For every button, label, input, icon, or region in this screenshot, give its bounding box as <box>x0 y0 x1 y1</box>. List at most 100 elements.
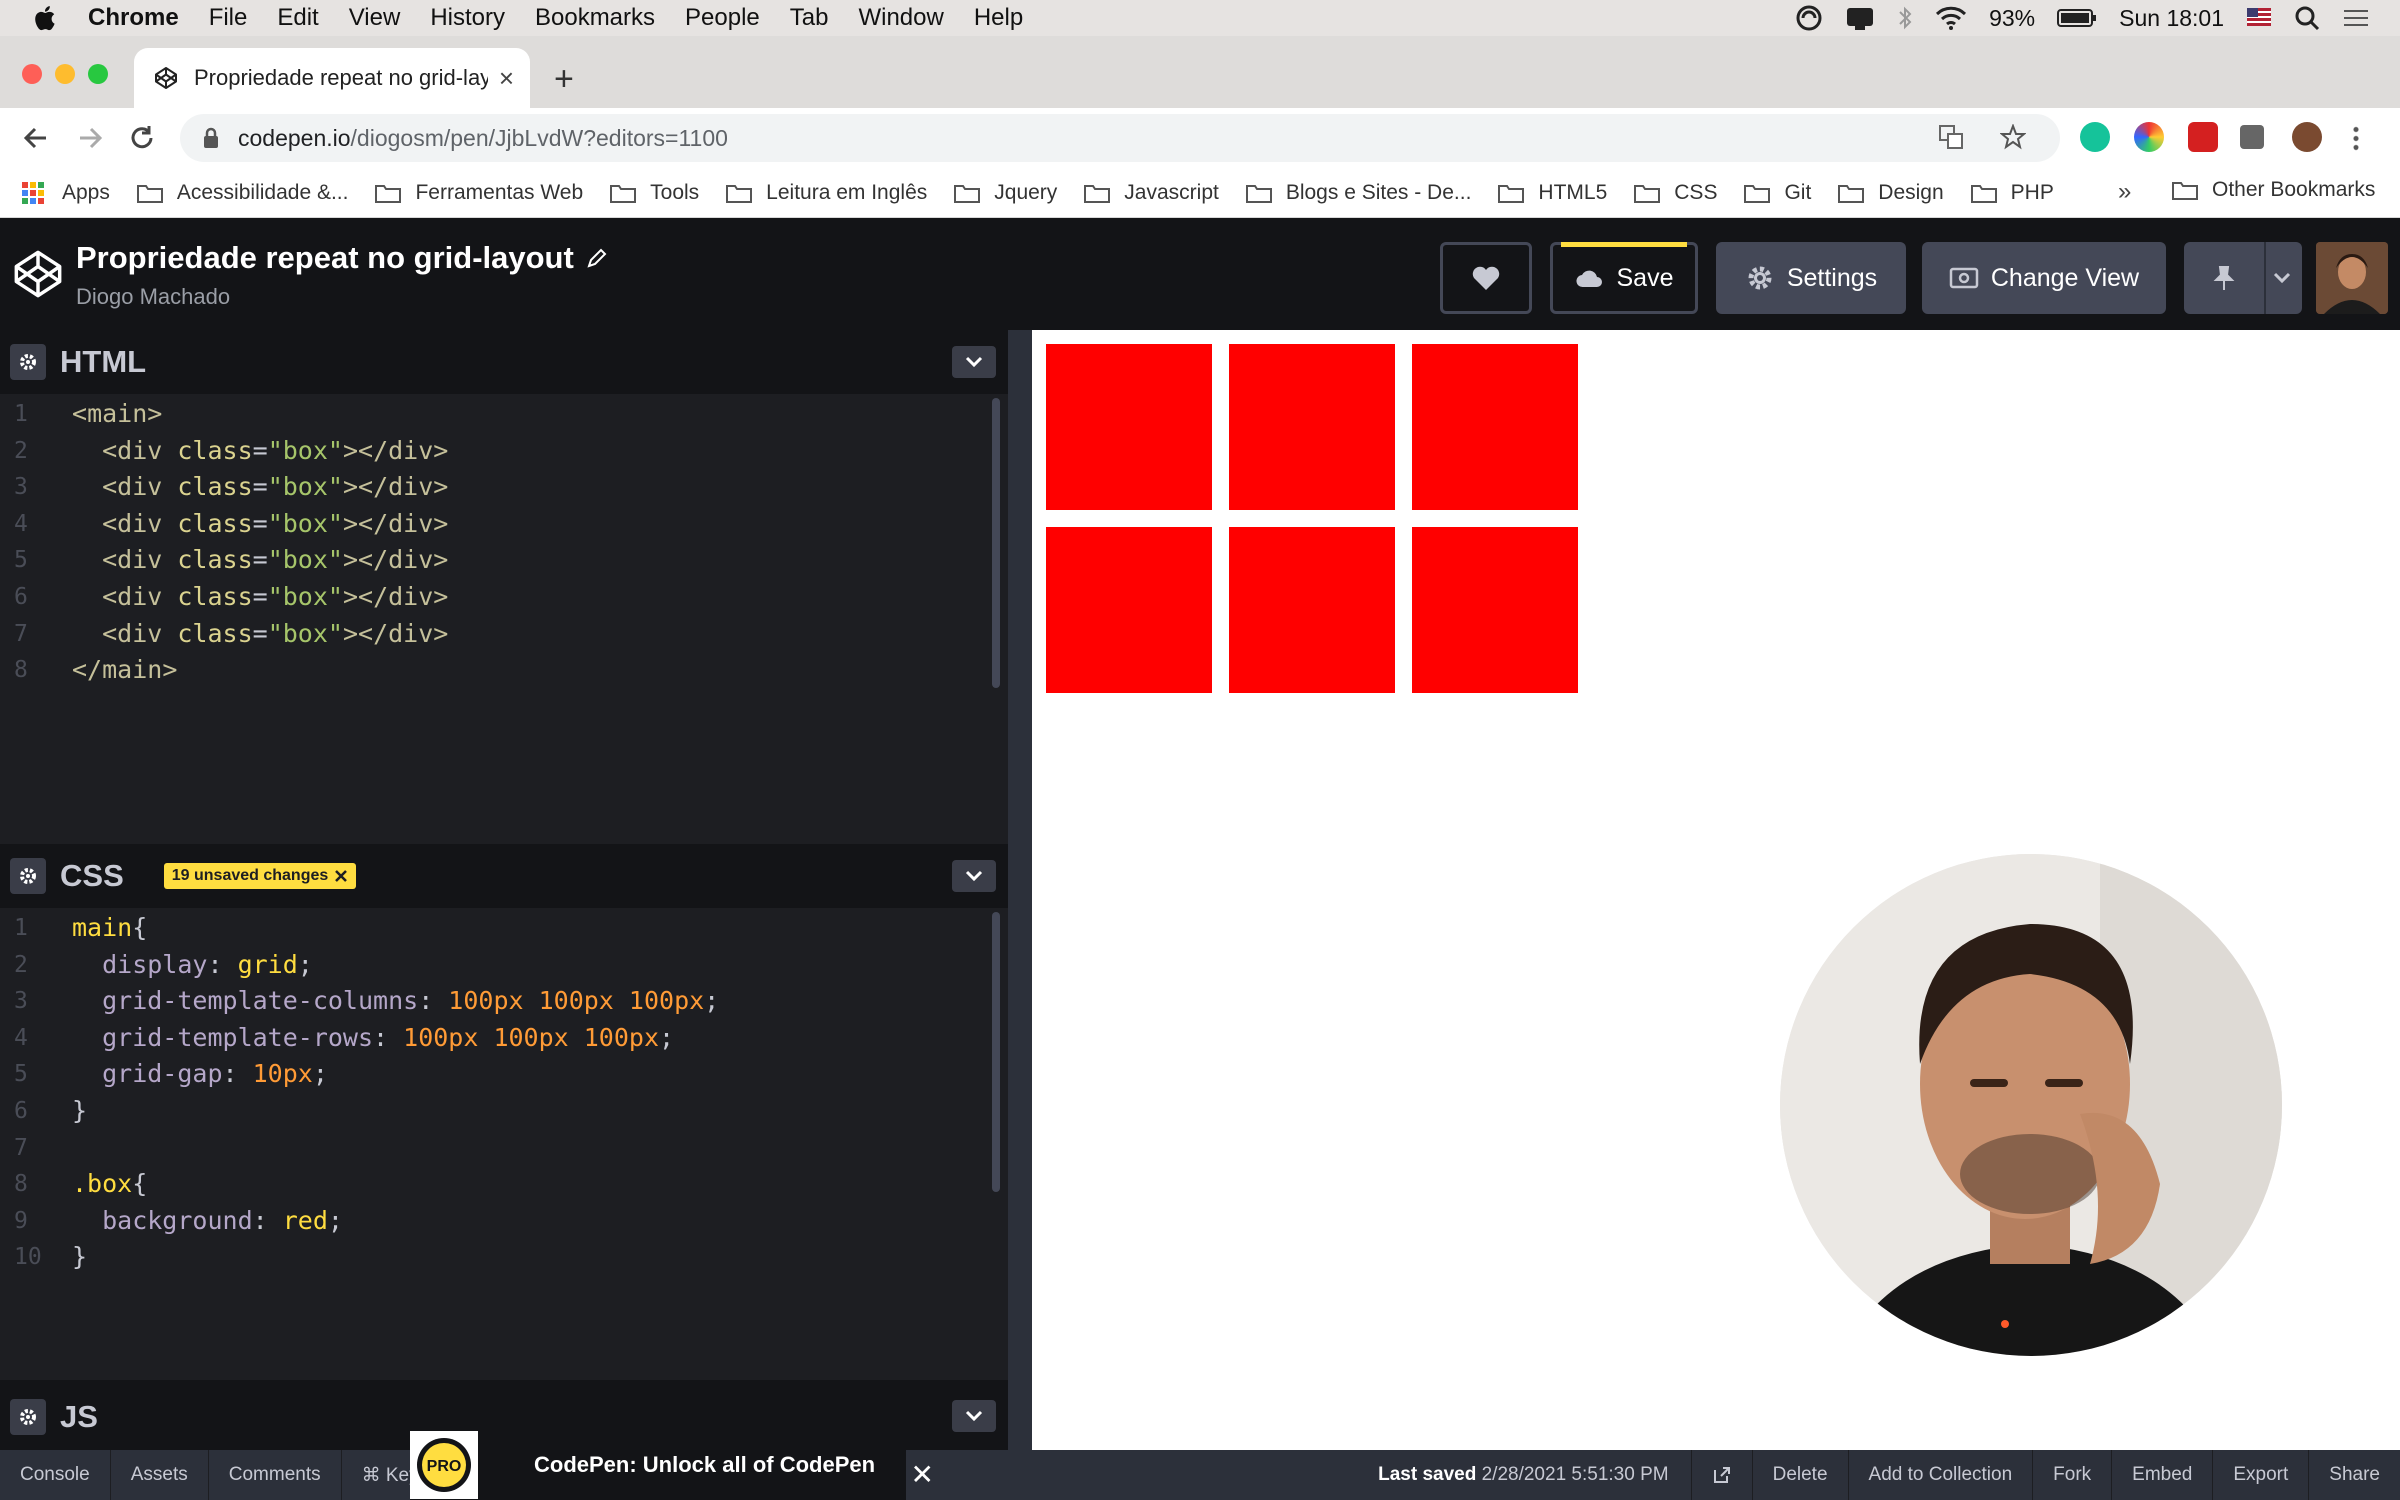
comments-button[interactable]: Comments <box>209 1450 342 1500</box>
tab-close-icon[interactable]: × <box>499 64 514 92</box>
embed-button[interactable]: Embed <box>2111 1450 2212 1500</box>
love-button[interactable] <box>1440 242 1532 314</box>
pro-upgrade-banner[interactable]: PRO CodePen: Unlock all of CodePen ✕ <box>410 1430 934 1500</box>
html-scrollbar[interactable] <box>992 398 1000 688</box>
code-token: "box" <box>267 508 343 538</box>
bookmarks-overflow-button[interactable]: » <box>2118 178 2131 206</box>
bookmark-folder[interactable]: Ferramentas Web <box>375 181 583 205</box>
browser-tab-active[interactable]: Propriedade repeat no grid-layout × <box>134 48 530 108</box>
window-minimize-button[interactable] <box>55 64 75 84</box>
change-view-button[interactable]: Change View <box>1922 242 2166 314</box>
pen-title[interactable]: Propriedade repeat no grid-layout <box>76 240 608 276</box>
color-extension-icon[interactable] <box>2134 122 2164 152</box>
menu-chrome[interactable]: Chrome <box>88 4 179 32</box>
last-saved-label: Last saved <box>1378 1464 1477 1485</box>
translate-icon[interactable] <box>1938 124 1964 156</box>
input-source-icon[interactable] <box>2246 7 2272 29</box>
bookmark-folder[interactable]: PHP <box>1970 181 2054 205</box>
code-token: ></ <box>342 545 389 575</box>
bookmark-star-icon[interactable] <box>1999 123 2027 156</box>
css-collapse-chevron-icon[interactable] <box>952 860 996 892</box>
clock[interactable]: Sun 18:01 <box>2119 5 2224 32</box>
add-to-collection-button[interactable]: Add to Collection <box>1847 1450 2033 1500</box>
grammarly-extension-icon[interactable] <box>2080 122 2110 152</box>
html-collapse-chevron-icon[interactable] <box>952 346 996 378</box>
bookmark-folder[interactable]: Leitura em Inglês <box>726 181 927 205</box>
chrome-menu-icon[interactable] <box>2352 125 2360 151</box>
css-editor[interactable]: CSS 19 unsaved changes 1 main{2 display: … <box>0 844 1008 1380</box>
forward-icon[interactable] <box>74 122 106 154</box>
html-editor[interactable]: HTML 1 <main> 2 <div class="box"></div> 3 <… <box>0 330 1008 844</box>
code-token: class <box>177 582 253 611</box>
save-button[interactable]: Save <box>1550 242 1698 314</box>
bluetooth-icon[interactable] <box>1897 4 1913 32</box>
menu-help[interactable]: Help <box>974 4 1023 32</box>
reload-icon[interactable] <box>126 122 158 154</box>
back-icon[interactable] <box>20 122 52 154</box>
menu-bookmarks[interactable]: Bookmarks <box>535 4 655 32</box>
control-center-icon[interactable] <box>2342 6 2370 30</box>
pro-banner-text: CodePen: Unlock all of CodePen <box>534 1452 876 1477</box>
battery-icon[interactable] <box>2057 8 2097 28</box>
other-bookmarks[interactable]: Other Bookmarks <box>2172 178 2375 202</box>
menu-view[interactable]: View <box>349 4 401 32</box>
codepen-logo-icon[interactable] <box>12 248 64 300</box>
notification-icon[interactable] <box>1845 5 1875 31</box>
menu-file[interactable]: File <box>209 4 248 32</box>
editor-resize-handle[interactable] <box>1008 330 1032 1450</box>
spotlight-icon[interactable] <box>2294 5 2320 31</box>
window-close-button[interactable] <box>22 64 42 84</box>
export-button[interactable]: Export <box>2212 1450 2308 1500</box>
pro-banner-close-icon[interactable]: ✕ <box>911 1458 934 1491</box>
pen-author[interactable]: Diogo Machado <box>76 284 230 310</box>
bookmark-folder[interactable]: Design <box>1838 181 1944 205</box>
new-tab-button[interactable]: + <box>554 62 574 96</box>
menu-edit[interactable]: Edit <box>277 4 318 32</box>
browser-sync-icon[interactable] <box>1795 4 1823 32</box>
bookmark-folder[interactable]: Javascript <box>1084 181 1219 205</box>
bookmark-label: HTML5 <box>1538 180 1608 204</box>
bookmark-folder[interactable]: Jquery <box>954 181 1057 205</box>
bookmark-folder[interactable]: Tools <box>610 181 699 205</box>
settings-button[interactable]: Settings <box>1716 242 1906 314</box>
menu-history[interactable]: History <box>430 4 505 32</box>
address-bar[interactable]: codepen.io/diogosm/pen/JjbLvdW?editors=1… <box>180 114 2060 162</box>
assets-button[interactable]: Assets <box>111 1450 209 1500</box>
unsaved-changes-badge[interactable]: 19 unsaved changes <box>163 863 357 889</box>
js-settings-gear-icon[interactable] <box>10 1399 46 1435</box>
delete-button[interactable]: Delete <box>1751 1450 1848 1500</box>
folder-icon <box>1245 184 1272 203</box>
bookmark-folder[interactable]: CSS <box>1634 181 1717 205</box>
edit-pencil-icon[interactable] <box>586 247 608 269</box>
adblock-extension-icon[interactable] <box>2188 122 2218 152</box>
chevron-down-icon[interactable] <box>2272 270 2292 286</box>
console-button[interactable]: Console <box>0 1450 111 1500</box>
code-line: display: grid; <box>72 947 313 984</box>
pin-button[interactable] <box>2184 242 2302 314</box>
macos-menu-bar: Chrome File Edit View History Bookmarks … <box>0 0 2400 36</box>
share-button[interactable]: Share <box>2308 1450 2400 1500</box>
bookmark-folder[interactable]: Acessibilidade &... <box>136 181 348 205</box>
html-settings-gear-icon[interactable] <box>10 344 46 380</box>
fork-button[interactable]: Fork <box>2032 1450 2111 1500</box>
profile-avatar[interactable] <box>2292 122 2322 152</box>
bookmark-apps[interactable]: Apps <box>22 181 110 205</box>
js-collapse-chevron-icon[interactable] <box>952 1400 996 1432</box>
css-scrollbar[interactable] <box>992 912 1000 1192</box>
open-external-button[interactable] <box>1690 1450 1752 1500</box>
css-editor-header: CSS 19 unsaved changes <box>0 844 1008 908</box>
wifi-icon[interactable] <box>1935 5 1967 31</box>
apple-icon[interactable] <box>32 4 62 32</box>
code-line: <div class="box"></div> <box>72 469 448 506</box>
menu-window[interactable]: Window <box>858 4 943 32</box>
css-settings-gear-icon[interactable] <box>10 858 46 894</box>
bookmark-folder[interactable]: Blogs e Sites - De... <box>1245 181 1471 205</box>
bookmark-folder[interactable]: Git <box>1744 181 1811 205</box>
menu-tab[interactable]: Tab <box>790 4 829 32</box>
close-icon[interactable] <box>334 869 348 883</box>
extensions-puzzle-icon[interactable] <box>2240 125 2264 149</box>
menu-people[interactable]: People <box>685 4 760 32</box>
window-zoom-button[interactable] <box>88 64 108 84</box>
bookmark-folder[interactable]: HTML5 <box>1498 181 1607 205</box>
user-avatar[interactable] <box>2316 242 2388 314</box>
